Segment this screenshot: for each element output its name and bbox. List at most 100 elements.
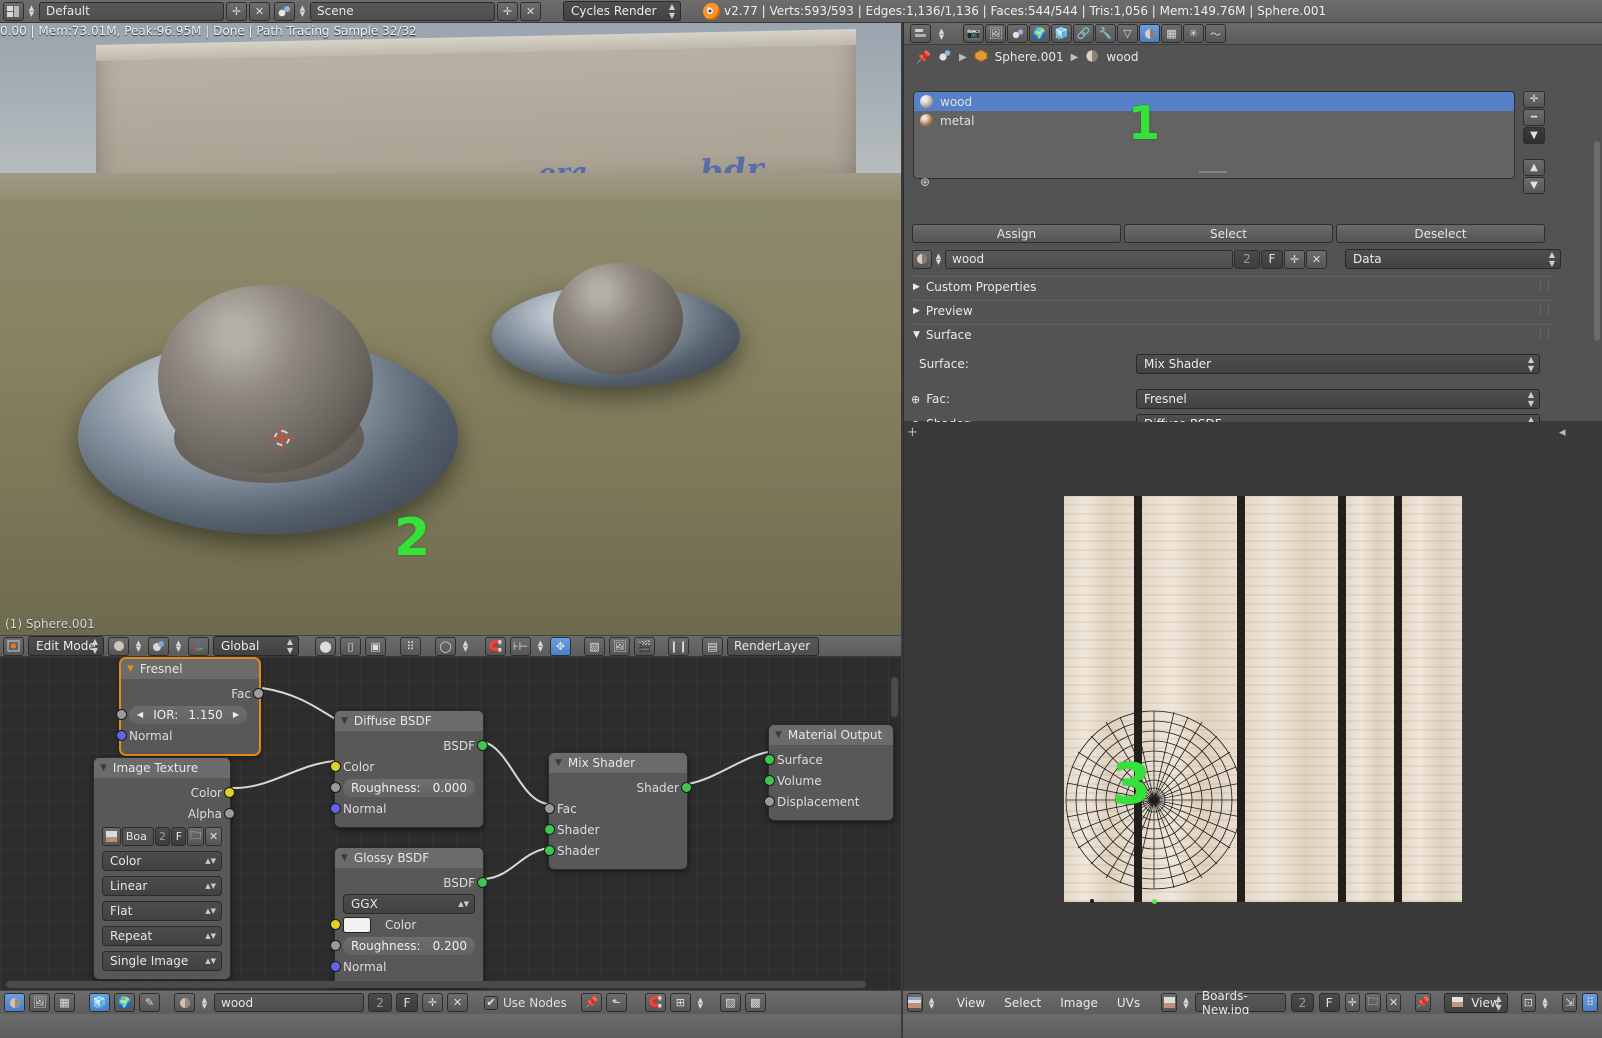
- material-browse-icon[interactable]: [912, 249, 932, 269]
- input-socket-normal[interactable]: [330, 803, 341, 814]
- properties-type-spinner-icon[interactable]: ▲ ▼: [936, 27, 947, 40]
- material-list-resize-grip[interactable]: [1199, 171, 1227, 175]
- node-editor-vertical-scrollbar[interactable]: [891, 677, 898, 717]
- material-datablock-icon[interactable]: [174, 993, 195, 1012]
- input-socket-surface[interactable]: [764, 754, 775, 765]
- face-select-mode-icon[interactable]: ▣: [365, 636, 386, 656]
- material-slot-wood[interactable]: wood: [914, 92, 1514, 111]
- output-socket-bsdf[interactable]: [477, 877, 488, 888]
- move-slot-down-button[interactable]: ▼: [1523, 177, 1545, 194]
- render-layer-icon[interactable]: ▤: [702, 636, 723, 656]
- node-editor-horizontal-scrollbar[interactable]: [6, 981, 866, 988]
- snap-spinner-icon[interactable]: ▲ ▼: [535, 640, 546, 653]
- render-engine-dropdown[interactable]: Cycles Render ▲ ▼: [563, 1, 681, 21]
- tab-constraints[interactable]: 🔗: [1073, 24, 1094, 43]
- menu-image[interactable]: Image: [1053, 996, 1105, 1010]
- uv-image-editor[interactable]: ◂ +: [903, 422, 1602, 990]
- tab-render[interactable]: 📷: [963, 24, 984, 43]
- deselect-button[interactable]: Deselect: [1336, 224, 1545, 243]
- scene-name-field[interactable]: Scene: [310, 1, 495, 21]
- sphere-object-far[interactable]: [553, 263, 683, 375]
- uv-pivot-spinner-icon[interactable]: ▲ ▼: [1541, 996, 1549, 1009]
- use-nodes-checkbox-group[interactable]: ✔ Use Nodes: [484, 995, 567, 1010]
- new-material-button[interactable]: ✛: [1284, 249, 1305, 269]
- tab-physics[interactable]: 〜: [1205, 24, 1226, 43]
- image-datablock-icon[interactable]: [102, 827, 121, 846]
- input-socket-normal[interactable]: [116, 730, 127, 741]
- snap-magnet-icon[interactable]: 🧲: [485, 636, 506, 656]
- uv-canvas[interactable]: [904, 422, 1602, 990]
- input-socket-ior[interactable]: [116, 709, 127, 720]
- pin-image-icon[interactable]: 📌: [1414, 993, 1431, 1012]
- image-fake-user-button[interactable]: F: [171, 827, 187, 846]
- image-browse-spinner-icon[interactable]: ▲ ▼: [1182, 996, 1190, 1009]
- image-name-field[interactable]: Boa: [121, 827, 154, 846]
- pivot-point-icon[interactable]: [148, 636, 169, 656]
- material-browse-spinner-icon[interactable]: ▲ ▼: [933, 253, 944, 266]
- add-layout-button[interactable]: ✛: [226, 1, 247, 21]
- footer-material-name-field[interactable]: wood: [214, 993, 364, 1012]
- render-image-icon[interactable]: 🖼: [609, 636, 630, 656]
- unlink-material-button[interactable]: ✕: [447, 993, 468, 1012]
- new-material-button[interactable]: ✛: [422, 993, 443, 1012]
- shading-spinner-icon[interactable]: ▲ ▼: [133, 640, 144, 653]
- material-slot-metal[interactable]: metal: [914, 111, 1514, 130]
- blender-menu-icon[interactable]: [3, 1, 24, 21]
- uv-vertex[interactable]: [1090, 899, 1094, 903]
- output-socket-alpha[interactable]: [224, 808, 235, 819]
- image-users-count[interactable]: 2: [154, 827, 171, 846]
- open-image-icon[interactable]: 🗀: [187, 827, 205, 846]
- select-button[interactable]: Select: [1124, 224, 1333, 243]
- node-diffuse-header[interactable]: ▼ Diffuse BSDF: [335, 711, 483, 731]
- node-overlay-icon[interactable]: ▨: [719, 993, 741, 1012]
- footer-material-users[interactable]: 2: [368, 993, 392, 1012]
- pivot-spinner-icon[interactable]: ▲ ▼: [173, 640, 184, 653]
- collapse-triangle-icon[interactable]: ▼: [555, 758, 562, 768]
- collapse-triangle-icon[interactable]: ▼: [341, 716, 348, 726]
- material-users-count[interactable]: 2: [1234, 249, 1260, 269]
- world-shader-type-icon[interactable]: 🌍: [114, 993, 135, 1012]
- roughness-value[interactable]: 0.200: [433, 939, 467, 953]
- menu-uvs[interactable]: UVs: [1110, 996, 1147, 1010]
- fac-input-dropdown[interactable]: Fresnel ▲ ▼: [1136, 389, 1540, 409]
- eyedropper-icon[interactable]: ✎: [139, 993, 160, 1012]
- node-backdrop-icon[interactable]: ▩: [744, 993, 766, 1012]
- node-output-header[interactable]: ▼ Material Output: [769, 725, 893, 745]
- breadcrumb-material-name[interactable]: wood: [1106, 50, 1138, 64]
- input-socket-color[interactable]: [330, 919, 341, 930]
- snap-node-icon[interactable]: 🧲: [644, 993, 666, 1012]
- pin-node-tree-icon[interactable]: 📌: [580, 993, 602, 1012]
- uv-image-fake-user-button[interactable]: F: [1318, 993, 1340, 1012]
- proportional-edit-falloff-icon[interactable]: ⠿: [400, 636, 421, 656]
- tab-texture[interactable]: ▦: [1161, 24, 1182, 43]
- panel-custom-properties[interactable]: ▶ Custom Properties ⋮⋮: [913, 276, 1556, 297]
- move-slot-up-button[interactable]: ▲: [1523, 159, 1545, 176]
- input-socket-shader-1[interactable]: [544, 824, 555, 835]
- node-glossy-header[interactable]: ▼ Glossy BSDF: [335, 848, 483, 868]
- collapse-triangle-icon[interactable]: ▼: [100, 763, 107, 773]
- uv-editor-type-icon[interactable]: [907, 993, 923, 1012]
- uv-toolbar-expand-icon[interactable]: ◂: [1559, 425, 1566, 440]
- properties-editor-type-icon[interactable]: [910, 24, 931, 43]
- uv-image-users[interactable]: 2: [1291, 993, 1314, 1012]
- new-image-button[interactable]: ✛: [1344, 993, 1361, 1012]
- unlink-material-button[interactable]: ✕: [1306, 249, 1327, 269]
- tab-scene[interactable]: [1007, 24, 1028, 43]
- delete-layout-button[interactable]: ✕: [249, 1, 270, 21]
- remove-material-slot-button[interactable]: ━: [1523, 109, 1545, 126]
- occlude-geometry-icon[interactable]: ▧: [584, 636, 605, 656]
- panel-triangle-right-icon[interactable]: ▶: [913, 282, 920, 292]
- material-spinner-icon[interactable]: ▲ ▼: [199, 996, 210, 1009]
- output-socket-bsdf[interactable]: [477, 740, 488, 751]
- panel-triangle-right-icon[interactable]: ▶: [913, 306, 920, 316]
- image-extension-select[interactable]: Repeat ▲▼: [102, 926, 222, 946]
- transform-orientation-dropdown[interactable]: Global ▲ ▼: [213, 636, 299, 656]
- edge-select-mode-icon[interactable]: ▯: [340, 636, 361, 656]
- panel-triangle-down-icon[interactable]: ▼: [913, 330, 920, 340]
- material-fake-user-button[interactable]: F: [1261, 249, 1283, 269]
- render-animation-icon[interactable]: 🎬: [634, 636, 655, 656]
- pin-id-icon[interactable]: 📌: [916, 50, 931, 64]
- texture-nodes-icon[interactable]: ▦: [54, 993, 75, 1012]
- image-browse-icon[interactable]: [1161, 993, 1177, 1012]
- tab-modifiers[interactable]: 🔧: [1095, 24, 1116, 43]
